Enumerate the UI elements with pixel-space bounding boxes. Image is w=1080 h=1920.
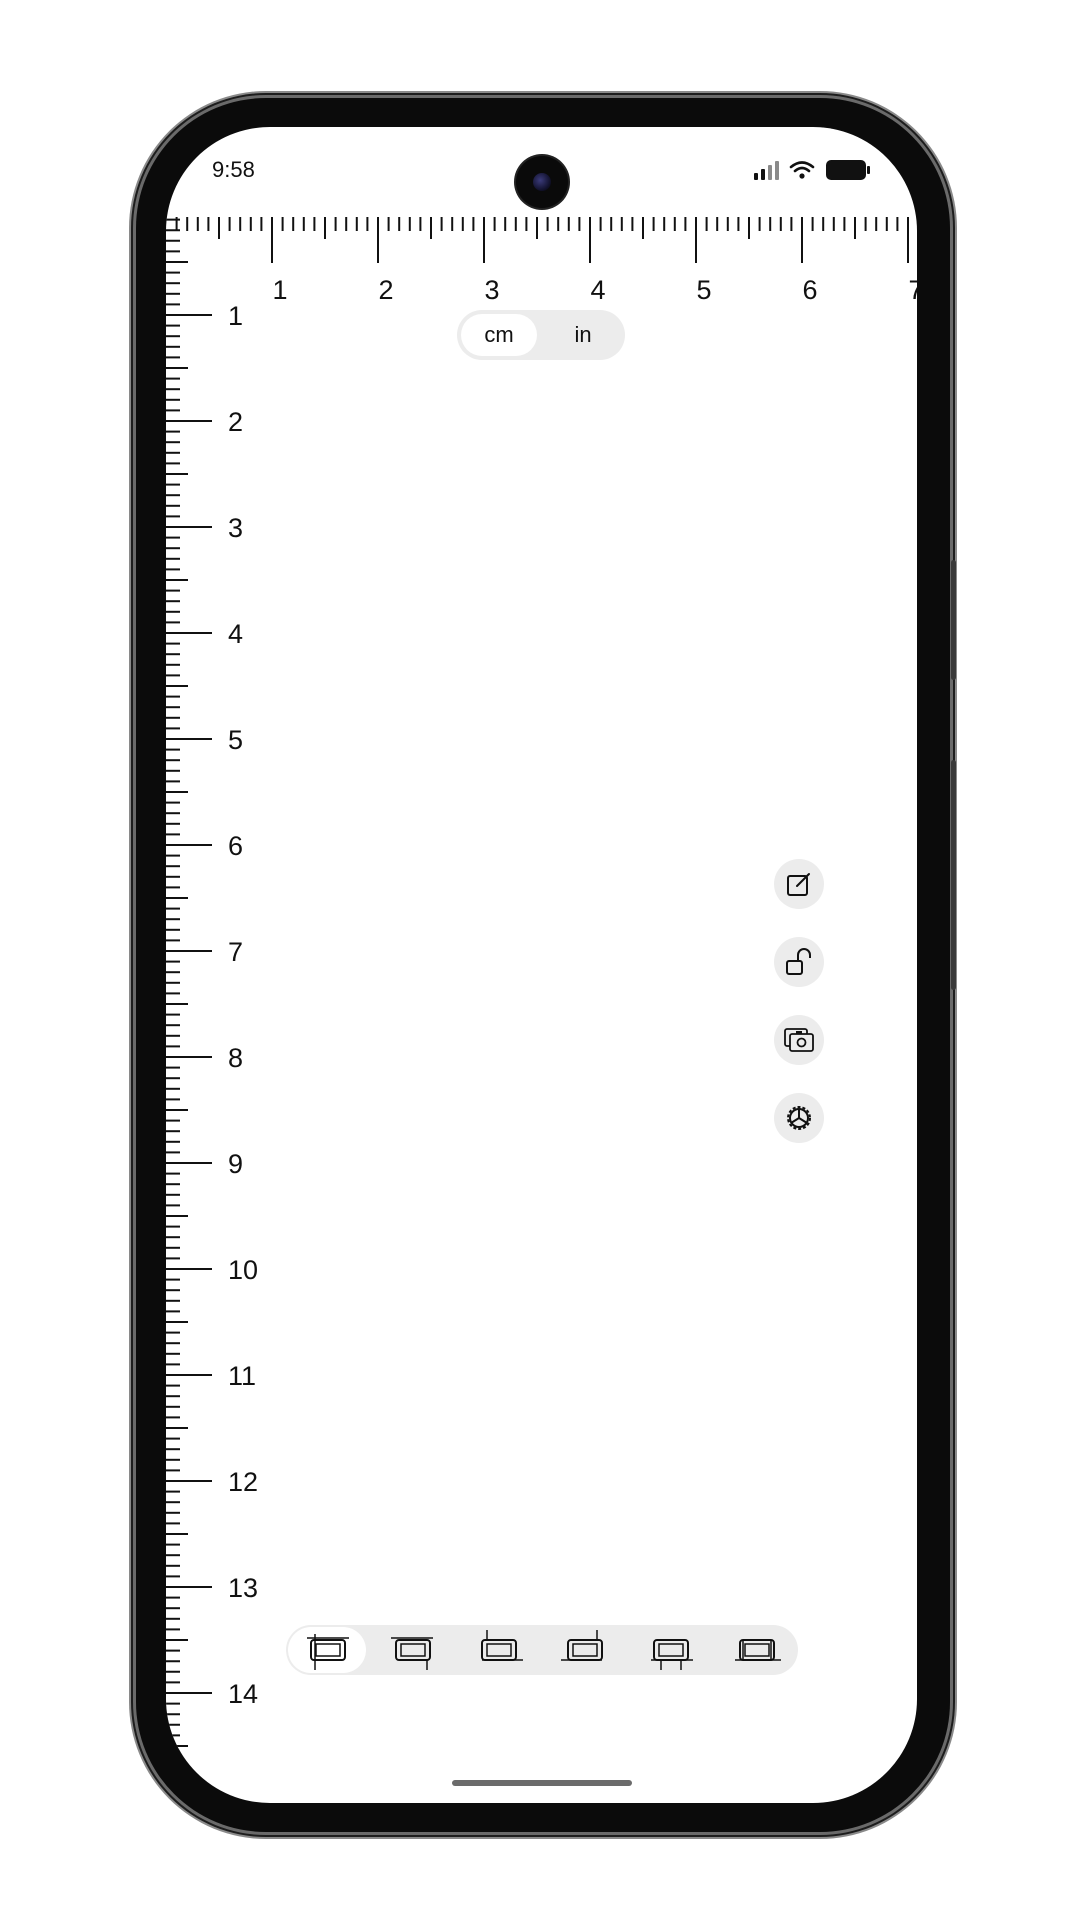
- power-button: [951, 760, 956, 990]
- left-ruler-label: 4: [228, 619, 243, 649]
- camera-button[interactable]: [774, 1015, 824, 1065]
- battery-icon: [825, 159, 871, 181]
- left-ruler-label: 5: [228, 725, 243, 755]
- ruler-mode-icon: [651, 1639, 693, 1670]
- edit-icon: [787, 873, 810, 896]
- lock-button[interactable]: [774, 937, 824, 987]
- screen: 1 2 3 4 5 6 7 1 2 3 4 5 6 7 8 9 10 11 12 13 14 9:58 cm in: [166, 127, 917, 1803]
- left-ruler-label: 12: [228, 1467, 258, 1497]
- mode-button-4[interactable]: [546, 1627, 624, 1673]
- mode-button-5[interactable]: [632, 1627, 710, 1673]
- left-ruler-label: 9: [228, 1149, 243, 1179]
- top-ruler-label: 2: [378, 275, 393, 305]
- top-ruler-label: 3: [484, 275, 499, 305]
- ruler-mode-icon: [391, 1637, 433, 1670]
- mode-button-3[interactable]: [460, 1627, 538, 1673]
- mode-button-2[interactable]: [374, 1627, 452, 1673]
- ruler-mode-icon: [481, 1630, 523, 1661]
- camera-icon: [784, 1028, 814, 1052]
- settings-icon: [787, 1106, 811, 1130]
- left-ruler-label: 3: [228, 513, 243, 543]
- left-ruler-label: 13: [228, 1573, 258, 1603]
- status-time: 9:58: [212, 157, 255, 182]
- ruler-mode-icon: [735, 1639, 781, 1661]
- mode-button-6[interactable]: [718, 1627, 796, 1673]
- left-ruler-label: 11: [228, 1361, 256, 1391]
- wifi-icon: [789, 160, 815, 180]
- volume-button: [951, 560, 956, 680]
- home-indicator: [452, 1780, 632, 1786]
- measure-mode-bar: [286, 1625, 798, 1675]
- unit-toggle: cm in: [457, 310, 625, 360]
- unit-cm-button[interactable]: cm: [461, 314, 537, 356]
- signal-icon: [754, 160, 779, 180]
- top-ruler-label: 5: [696, 275, 711, 305]
- top-ruler-label: 7: [908, 275, 917, 305]
- unit-in-button[interactable]: in: [545, 314, 621, 356]
- top-ruler-label: 4: [590, 275, 605, 305]
- left-ruler-label: 10: [228, 1255, 258, 1285]
- edit-button[interactable]: [774, 859, 824, 909]
- left-ruler-label: 6: [228, 831, 243, 861]
- left-ruler-label: 1: [228, 301, 243, 331]
- ruler-mode-icon: [561, 1630, 603, 1661]
- unlock-icon: [786, 948, 811, 975]
- left-ruler-label: 7: [228, 937, 243, 967]
- settings-button[interactable]: [774, 1093, 824, 1143]
- status-icons: [754, 159, 871, 181]
- top-ruler-label: 6: [802, 275, 817, 305]
- front-camera: [516, 156, 568, 208]
- mode-button-1[interactable]: [288, 1627, 366, 1673]
- left-ruler-label: 8: [228, 1043, 243, 1073]
- ruler-mode-icon: [307, 1634, 349, 1670]
- left-ruler-label: 14: [228, 1679, 258, 1709]
- top-ruler-label: 1: [272, 275, 287, 305]
- left-ruler-label: 2: [228, 407, 243, 437]
